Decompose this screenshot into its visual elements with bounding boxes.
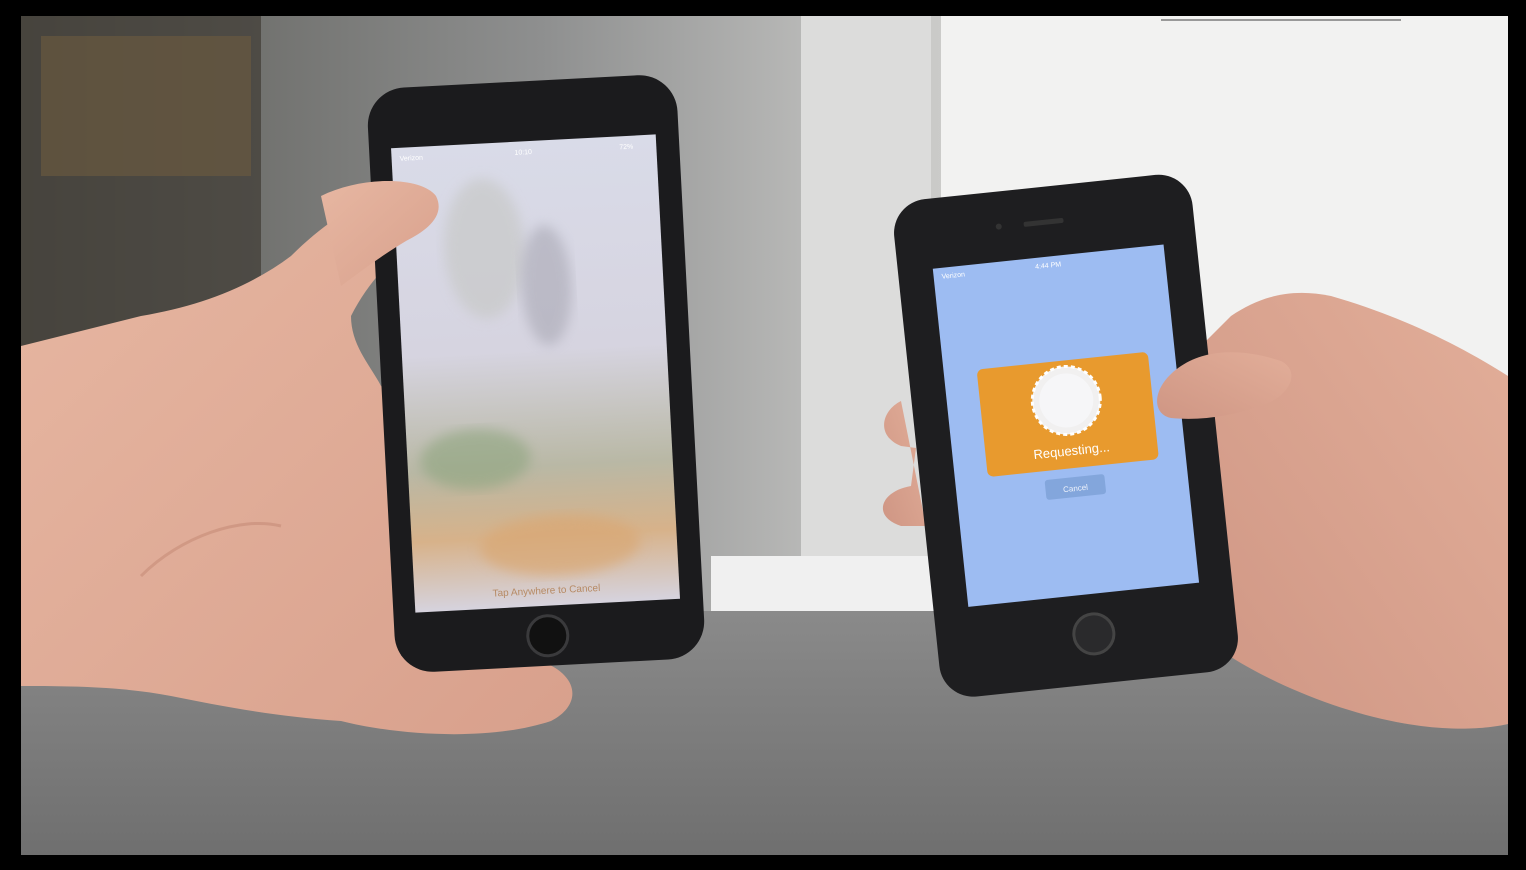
left-home-button[interactable] xyxy=(526,614,570,658)
left-status-battery: 72% xyxy=(619,144,633,152)
left-status-time: 10:10 xyxy=(514,149,532,157)
left-status-carrier: Verizon xyxy=(399,155,423,163)
photo-scene: Verizon 10:10 72% Tap Anywhere to Cancel… xyxy=(21,16,1508,855)
right-phone: Verizon 4:44 PM Requesting... Cancel xyxy=(894,174,1238,697)
left-phone: Verizon 10:10 72% Tap Anywhere to Cancel xyxy=(367,75,705,672)
video-frame: Verizon 10:10 72% Tap Anywhere to Cancel… xyxy=(0,0,1526,870)
